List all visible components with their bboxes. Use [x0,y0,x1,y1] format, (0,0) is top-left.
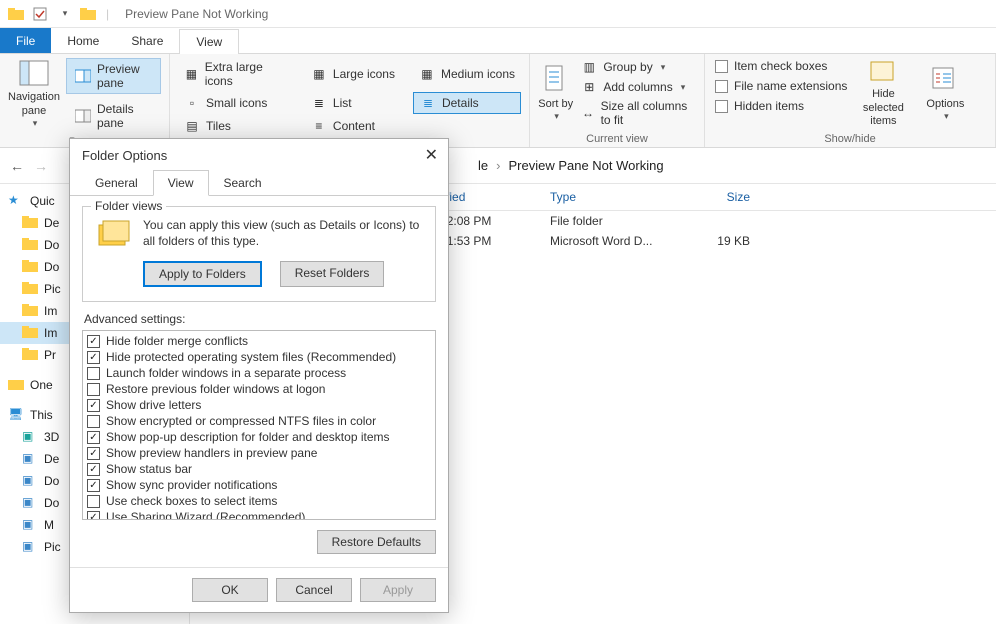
forward-button[interactable]: → [34,158,48,174]
navigation-pane-button[interactable]: Navigation pane▾ [8,58,60,128]
layout-tiles[interactable]: ▤Tiles [178,116,293,136]
folder-icon [79,5,97,23]
advanced-setting-item[interactable]: Show encrypted or compressed NTFS files … [87,413,431,429]
checkbox-icon[interactable] [87,383,100,396]
ok-button[interactable]: OK [192,578,268,602]
tab-file[interactable]: File [0,28,51,53]
advanced-setting-item[interactable]: ✓Hide protected operating system files (… [87,349,431,365]
checkbox-icon[interactable]: ✓ [87,431,100,444]
restore-defaults-button[interactable]: Restore Defaults [317,530,436,554]
add-columns-button[interactable]: ⊞Add columns▾ [579,78,696,96]
dialog-tab-search[interactable]: Search [209,170,277,196]
checkbox-icon[interactable]: ✓ [87,447,100,460]
tab-home[interactable]: Home [51,28,115,53]
cancel-button[interactable]: Cancel [276,578,352,602]
checkbox-icon[interactable] [87,367,100,380]
preview-pane-label: Preview pane [97,62,152,90]
layout-details[interactable]: ≣Details [413,92,521,114]
preview-pane-button[interactable]: Preview pane [66,58,161,94]
tab-view[interactable]: View [179,29,239,54]
advanced-setting-item[interactable]: ✓Hide folder merge conflicts [87,333,431,349]
back-button[interactable]: ← [10,158,24,174]
checkbox-icon[interactable]: ✓ [87,335,100,348]
hide-selected-button[interactable]: Hide selected items [855,58,911,128]
checkbox-icon[interactable]: ✓ [87,511,100,521]
layout-content[interactable]: ≡Content [305,116,401,136]
advanced-setting-item[interactable]: Use check boxes to select items [87,493,431,509]
tab-share[interactable]: Share [115,28,179,53]
advanced-setting-item[interactable]: ✓Use Sharing Wizard (Recommended) [87,509,431,520]
layout-list[interactable]: ≣List [305,92,401,114]
group-showhide-label: Show/hide [713,131,987,145]
ribbon-tabs: File Home Share View [0,28,996,54]
folder-views-group: Folder views You can apply this view (su… [82,206,436,302]
reset-folders-button[interactable]: Reset Folders [280,261,385,287]
layout-xl-icons[interactable]: ▦Extra large icons [178,58,293,90]
options-button[interactable]: Options▾ [917,58,973,128]
chevron-right-icon: › [496,158,500,173]
advanced-setting-item[interactable]: Restore previous folder windows at logon [87,381,431,397]
pc-icon: 🖥 [8,407,24,423]
file-name-ext-toggle[interactable]: File name extensions [713,78,849,94]
folder-views-legend: Folder views [91,199,166,213]
advanced-setting-item[interactable]: ✓Show sync provider notifications [87,477,431,493]
dialog-tab-view[interactable]: View [153,170,209,196]
advanced-settings-label: Advanced settings: [84,312,436,326]
advanced-setting-item[interactable]: ✓Show status bar [87,461,431,477]
advanced-settings-list[interactable]: ✓Hide folder merge conflicts✓Hide protec… [82,330,436,520]
checkbox-icon[interactable]: ✓ [87,351,100,364]
hidden-items-toggle[interactable]: Hidden items [713,98,849,114]
hide-selected-label: Hide selected items [855,88,911,128]
details-pane-label: Details pane [97,102,152,130]
advanced-setting-item[interactable]: ✓Show pop-up description for folder and … [87,429,431,445]
breadcrumb-segment[interactable]: Preview Pane Not Working [508,158,663,173]
column-size[interactable]: Size [680,184,760,210]
layout-medium-icons[interactable]: ▦Medium icons [413,58,521,90]
group-by-button[interactable]: ▥Group by▾ [579,58,696,76]
dialog-tab-general[interactable]: General [80,170,153,196]
group-current-view-label: Current view [538,131,696,145]
window-title: Preview Pane Not Working [125,7,268,21]
apply-to-folders-button[interactable]: Apply to Folders [143,261,262,287]
star-icon: ★ [8,193,24,209]
column-type[interactable]: Type [540,184,680,210]
layout-large-icons[interactable]: ▦Large icons [305,58,401,90]
checkbox-icon[interactable] [87,415,100,428]
apply-button[interactable]: Apply [360,578,436,602]
checkbox-icon[interactable]: ✓ [87,399,100,412]
close-button[interactable]: ✕ [425,145,438,165]
checkbox-icon[interactable]: ✓ [87,463,100,476]
sort-by-button[interactable]: Sort by▾ [538,58,573,128]
folder-options-dialog: Folder Options ✕ General View Search Fol… [69,138,449,613]
options-label: Options [926,98,964,111]
qat-caret-icon[interactable]: ▾ [55,5,73,23]
folder-views-text: You can apply this view (such as Details… [143,217,423,253]
title-bar: ▾ | Preview Pane Not Working [0,0,996,28]
checkbox-icon[interactable] [87,495,100,508]
navigation-pane-label: Navigation pane [8,91,60,117]
advanced-setting-item[interactable]: Launch folder windows in a separate proc… [87,365,431,381]
layout-small-icons[interactable]: ▫Small icons [178,92,293,114]
checkbox-icon[interactable]: ✓ [87,479,100,492]
breadcrumb-segment[interactable]: le [478,158,488,173]
ribbon: Navigation pane▾ Preview pane Details pa… [0,54,996,148]
details-pane-button[interactable]: Details pane [66,98,161,134]
size-columns-button[interactable]: ↔Size all columns to fit [579,98,696,128]
dialog-title: Folder Options [82,148,167,163]
folder-icon [7,5,25,23]
folders-icon [95,217,131,253]
advanced-setting-item[interactable]: ✓Show drive letters [87,397,431,413]
advanced-setting-item[interactable]: ✓Show preview handlers in preview pane [87,445,431,461]
item-check-boxes-toggle[interactable]: Item check boxes [713,58,849,74]
sort-by-label: Sort by [538,98,573,111]
qat-checkbox-icon[interactable] [31,5,49,23]
